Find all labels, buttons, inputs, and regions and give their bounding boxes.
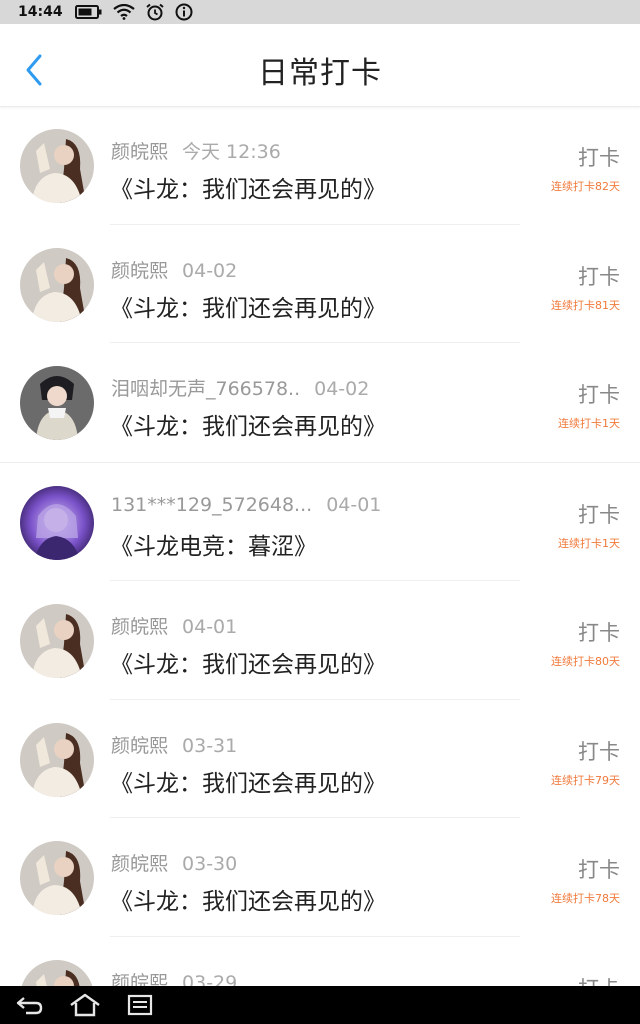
checkin-date: 04-02 <box>182 259 238 282</box>
checkin-date: 03-29 <box>182 971 238 987</box>
user-name: 131***129_572648... <box>111 493 313 516</box>
checkin-date: 03-31 <box>182 734 238 757</box>
checkin-date: 04-01 <box>182 616 238 638</box>
checkin-button[interactable]: 打卡 <box>578 261 620 291</box>
user-name: 颜皖熙 <box>111 141 169 163</box>
item-meta: 颜皖熙 03-30 <box>111 849 237 876</box>
item-meta: 颜皖熙 04-01 <box>111 612 237 639</box>
status-bar: 14:44 <box>0 0 640 24</box>
checkin-date: 04-01 <box>326 493 382 516</box>
list-item[interactable]: 131***129_572648... 04-01 《斗龙电竞：暮涩》 打卡 连续… <box>0 463 640 582</box>
checkin-button[interactable]: 打卡 <box>578 379 620 409</box>
item-meta: 131***129_572648... 04-01 <box>111 494 381 516</box>
item-meta: 颜皖熙 今天 12:36 <box>111 137 281 164</box>
back-nav-button[interactable] <box>14 992 44 1022</box>
checkin-button[interactable]: 打卡 <box>578 973 620 987</box>
avatar <box>20 604 94 678</box>
work-title: 《斗龙：我们还会再见的》 <box>110 770 386 797</box>
alarm-icon <box>145 3 165 21</box>
item-meta: 颜皖熙 03-31 <box>111 731 237 758</box>
user-name: 颜皖熙 <box>111 853 169 875</box>
avatar <box>20 485 94 560</box>
checkin-date: 04-02 <box>314 378 370 400</box>
user-name: 颜皖熙 <box>111 734 169 757</box>
recent-apps-button[interactable] <box>126 992 154 1022</box>
streak-label: 连续打卡79天 <box>551 773 620 787</box>
user-name: 颜皖熙 <box>111 971 169 987</box>
streak-label: 连续打卡81天 <box>551 298 620 312</box>
avatar <box>20 722 94 797</box>
checkin-button[interactable]: 打卡 <box>578 617 620 647</box>
user-name: 颜皖熙 <box>111 259 169 282</box>
list-item[interactable]: 颜皖熙 03-31 《斗龙：我们还会再见的》 打卡 连续打卡79天 <box>0 700 640 819</box>
page-title: 日常打卡 <box>258 56 382 91</box>
header: 日常打卡 <box>0 24 640 107</box>
avatar <box>20 841 94 915</box>
home-nav-button[interactable] <box>68 992 102 1022</box>
user-name: 泪咽却无声_766578.. <box>111 378 301 400</box>
battery-icon <box>74 5 103 19</box>
list-item[interactable]: 颜皖熙 04-01 《斗龙：我们还会再见的》 打卡 连续打卡80天 <box>0 581 640 700</box>
checkin-button[interactable]: 打卡 <box>578 499 620 529</box>
info-icon <box>175 3 193 21</box>
streak-label: 连续打卡1天 <box>558 417 620 430</box>
avatar <box>20 959 94 986</box>
status-time: 14:44 <box>18 4 63 20</box>
list-item[interactable]: 颜皖熙 04-02 《斗龙：我们还会再见的》 打卡 连续打卡81天 <box>0 225 640 344</box>
checkin-date: 03-30 <box>182 853 238 875</box>
item-meta: 颜皖熙 03-29 <box>111 968 237 987</box>
checkin-button[interactable]: 打卡 <box>578 142 620 172</box>
work-title: 《斗龙：我们还会再见的》 <box>110 889 386 915</box>
list-item[interactable]: 泪咽却无声_766578.. 04-02 《斗龙：我们还会再见的》 打卡 连续打卡… <box>0 343 640 463</box>
checkin-list: 颜皖熙 今天 12:36 《斗龙：我们还会再见的》 打卡 连续打卡82天 颜皖熙 0… <box>0 106 640 986</box>
list-item[interactable]: 颜皖熙 03-30 《斗龙：我们还会再见的》 打卡 连续打卡78天 <box>0 818 640 937</box>
home-nav-icon <box>70 993 100 1017</box>
user-name: 颜皖熙 <box>111 616 169 638</box>
item-meta: 颜皖熙 04-02 <box>111 256 237 283</box>
work-title: 《斗龙：我们还会再见的》 <box>110 652 386 678</box>
streak-label: 连续打卡1天 <box>558 536 620 550</box>
work-title: 《斗龙：我们还会再见的》 <box>110 177 386 203</box>
work-title: 《斗龙：我们还会再见的》 <box>110 295 386 322</box>
avatar <box>20 247 94 322</box>
back-nav-icon <box>16 997 43 1015</box>
work-title: 《斗龙：我们还会再见的》 <box>110 414 386 440</box>
list-item[interactable]: 颜皖熙 今天 12:36 《斗龙：我们还会再见的》 打卡 连续打卡82天 <box>0 106 640 225</box>
recent-apps-icon <box>127 994 153 1016</box>
list-item[interactable]: 颜皖熙 03-29 打卡 <box>0 937 640 987</box>
checkin-button[interactable]: 打卡 <box>578 736 620 766</box>
checkin-date: 今天 12:36 <box>182 141 281 163</box>
checkin-button[interactable]: 打卡 <box>578 854 620 884</box>
status-icons <box>74 3 193 21</box>
streak-label: 连续打卡82天 <box>551 180 620 193</box>
avatar <box>20 366 94 440</box>
wifi-icon <box>112 4 135 20</box>
streak-label: 连续打卡80天 <box>551 655 620 668</box>
work-title: 《斗龙电竞：暮涩》 <box>110 533 317 560</box>
item-meta: 泪咽却无声_766578.. 04-02 <box>111 374 369 401</box>
avatar <box>20 129 94 203</box>
streak-label: 连续打卡78天 <box>551 892 620 905</box>
navigation-bar <box>0 986 640 1024</box>
